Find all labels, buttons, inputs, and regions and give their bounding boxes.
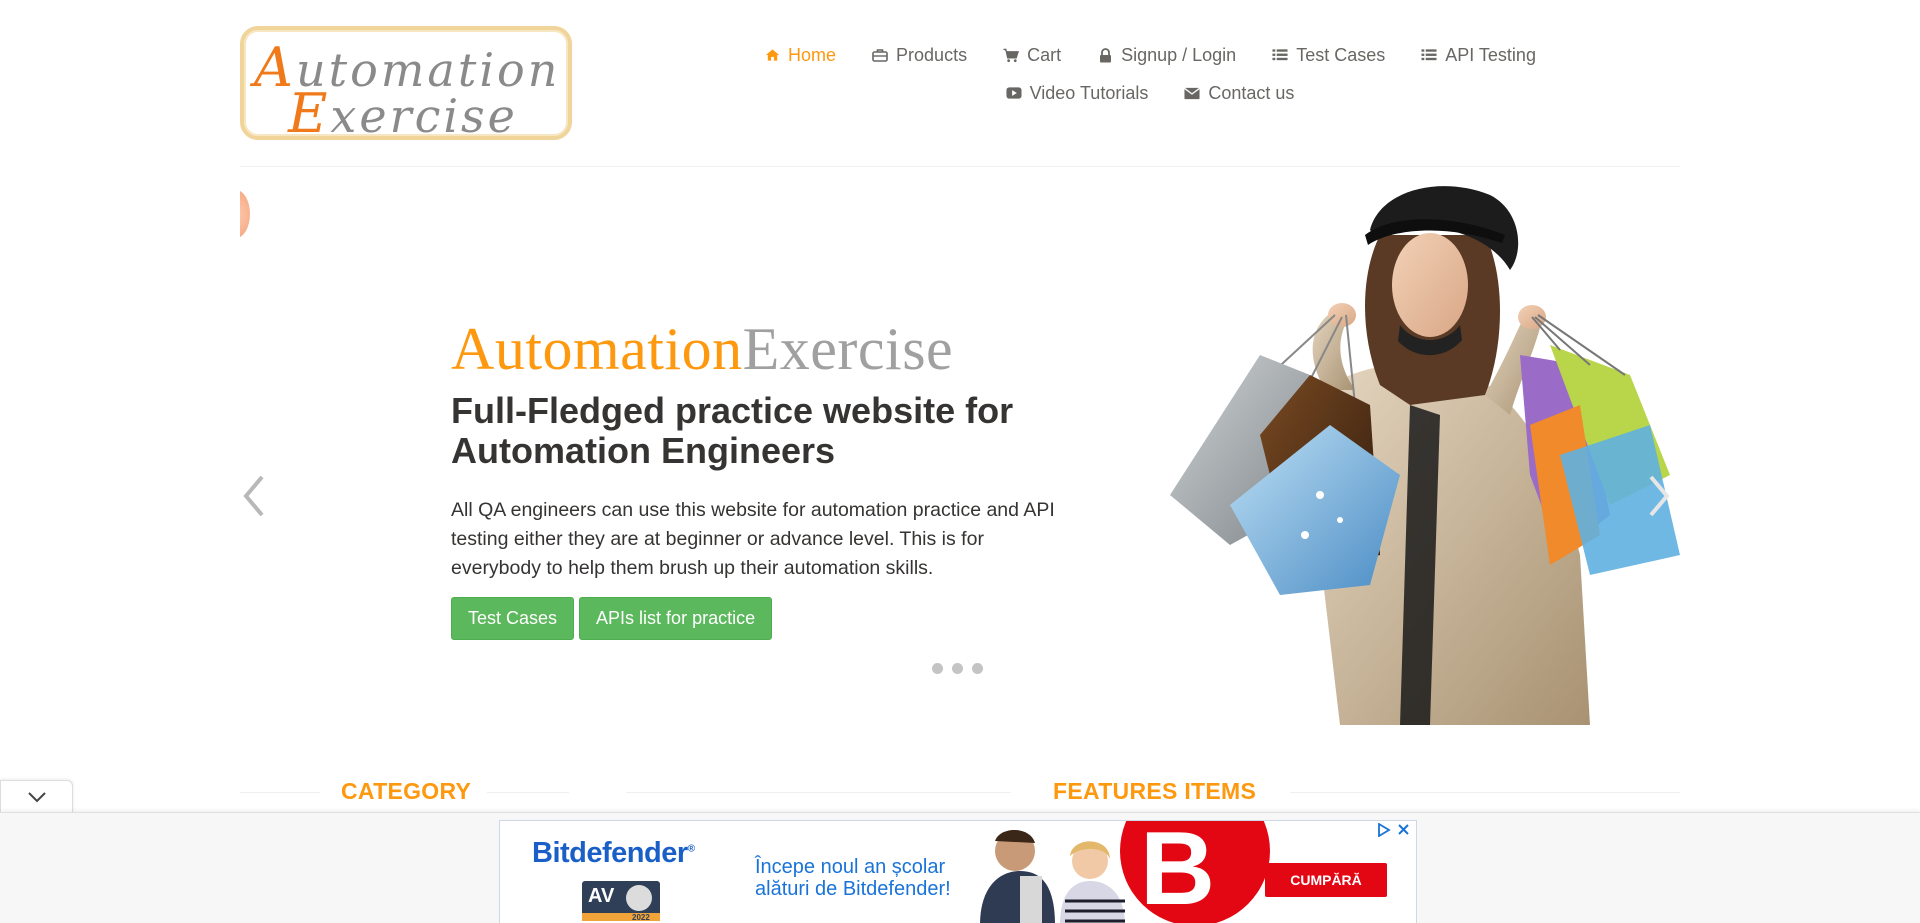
test-cases-button[interactable]: Test Cases bbox=[451, 597, 575, 640]
av-badge-label: AV bbox=[588, 885, 615, 907]
nav-label: Signup / Login bbox=[1121, 44, 1237, 65]
ad-collapse-toggle[interactable] bbox=[0, 780, 73, 813]
nav-test-cases[interactable]: Test Cases bbox=[1272, 45, 1385, 66]
nav-contact-us[interactable]: Contact us bbox=[1184, 83, 1294, 104]
ad-controls bbox=[1377, 823, 1410, 837]
ad-banner-bar: Bitdefender® AV 2022 Începe noul an școl… bbox=[0, 812, 1920, 923]
brand-title-exercise: Exercise bbox=[742, 316, 954, 382]
nav-label: Contact us bbox=[1208, 82, 1295, 103]
adchoices-icon[interactable] bbox=[1377, 823, 1391, 837]
carousel-indicators bbox=[932, 663, 983, 674]
hero-carousel: AutomationExercise Full-Fledged practice… bbox=[240, 175, 1680, 725]
nav-label: Video Tutorials bbox=[1029, 82, 1149, 103]
section-rule bbox=[626, 792, 1011, 793]
nav-video-tutorials[interactable]: Video Tutorials bbox=[1006, 82, 1149, 104]
slide-brand-title: AutomationExercise bbox=[451, 315, 953, 384]
hero-girl-with-shopping-bags-image bbox=[1170, 186, 1680, 725]
carousel-indicator[interactable] bbox=[932, 663, 943, 674]
slide-buttons: Test Cases APIs list for practice bbox=[451, 597, 773, 640]
badge-year: 2022 bbox=[632, 913, 650, 922]
carousel-indicator[interactable] bbox=[972, 663, 983, 674]
carousel-prev-arrow[interactable] bbox=[240, 473, 268, 526]
nav-cart[interactable]: Cart bbox=[1003, 45, 1061, 66]
list-icon bbox=[1421, 47, 1437, 63]
header-divider bbox=[240, 166, 1680, 167]
site-header: Automation Exercise Home Products Cart S… bbox=[0, 0, 1920, 168]
close-icon[interactable] bbox=[1397, 823, 1410, 836]
list-icon bbox=[1272, 47, 1288, 63]
bitdefender-ad[interactable]: Bitdefender® AV 2022 Începe noul an școl… bbox=[499, 820, 1417, 923]
nav-label: Products bbox=[896, 44, 968, 65]
nav-label: Home bbox=[788, 44, 837, 65]
ad-brand-name: Bitdefender® bbox=[532, 837, 695, 869]
section-rule bbox=[240, 792, 320, 793]
previous-slide-peek bbox=[240, 190, 250, 238]
nav-label: Test Cases bbox=[1296, 44, 1386, 65]
slide-headline: Full-Fledged practice website for Automa… bbox=[451, 390, 1014, 471]
nav-label: API Testing bbox=[1445, 44, 1536, 65]
nav-home[interactable]: Home bbox=[764, 45, 836, 66]
carousel-next-arrow[interactable] bbox=[1645, 473, 1673, 526]
lock-icon bbox=[1097, 47, 1113, 63]
cart-icon bbox=[1003, 47, 1020, 63]
chevron-right-icon bbox=[1649, 475, 1670, 517]
av-test-badge: AV 2022 bbox=[582, 881, 660, 922]
briefcase-icon bbox=[872, 47, 888, 63]
chevron-down-icon bbox=[27, 792, 46, 803]
logo-letter: E bbox=[288, 82, 331, 145]
category-heading: CATEGORY bbox=[341, 778, 472, 804]
ad-logo-circle: B bbox=[1120, 821, 1270, 923]
nav-api-testing[interactable]: API Testing bbox=[1421, 45, 1536, 66]
ad-buy-button[interactable]: CUMPĂRĂ bbox=[1265, 863, 1387, 897]
brand-title-automation: Automation bbox=[451, 316, 743, 382]
apis-list-button[interactable]: APIs list for practice bbox=[579, 597, 773, 640]
nav-products[interactable]: Products bbox=[872, 45, 967, 66]
section-rule bbox=[487, 792, 569, 793]
envelope-icon bbox=[1184, 85, 1201, 101]
section-rule bbox=[1290, 792, 1680, 793]
features-items-heading: FEATURES ITEMS bbox=[1053, 778, 1257, 804]
nav-label: Cart bbox=[1027, 44, 1062, 65]
badge-seal bbox=[626, 885, 652, 911]
main-nav: Home Products Cart Signup / Login Test C… bbox=[700, 36, 1600, 112]
home-icon bbox=[764, 47, 780, 63]
slide-description: All QA engineers can use this website fo… bbox=[451, 499, 1055, 579]
chevron-left-icon bbox=[243, 475, 264, 517]
logo-text: xercise bbox=[330, 89, 518, 143]
site-logo[interactable]: Automation Exercise bbox=[240, 26, 572, 145]
nav-signup-login[interactable]: Signup / Login bbox=[1097, 45, 1236, 66]
youtube-play-icon bbox=[1006, 85, 1022, 101]
carousel-indicator[interactable] bbox=[952, 663, 963, 674]
ad-headline: Începe noul an școlar alături de Bitdefe… bbox=[755, 856, 951, 900]
